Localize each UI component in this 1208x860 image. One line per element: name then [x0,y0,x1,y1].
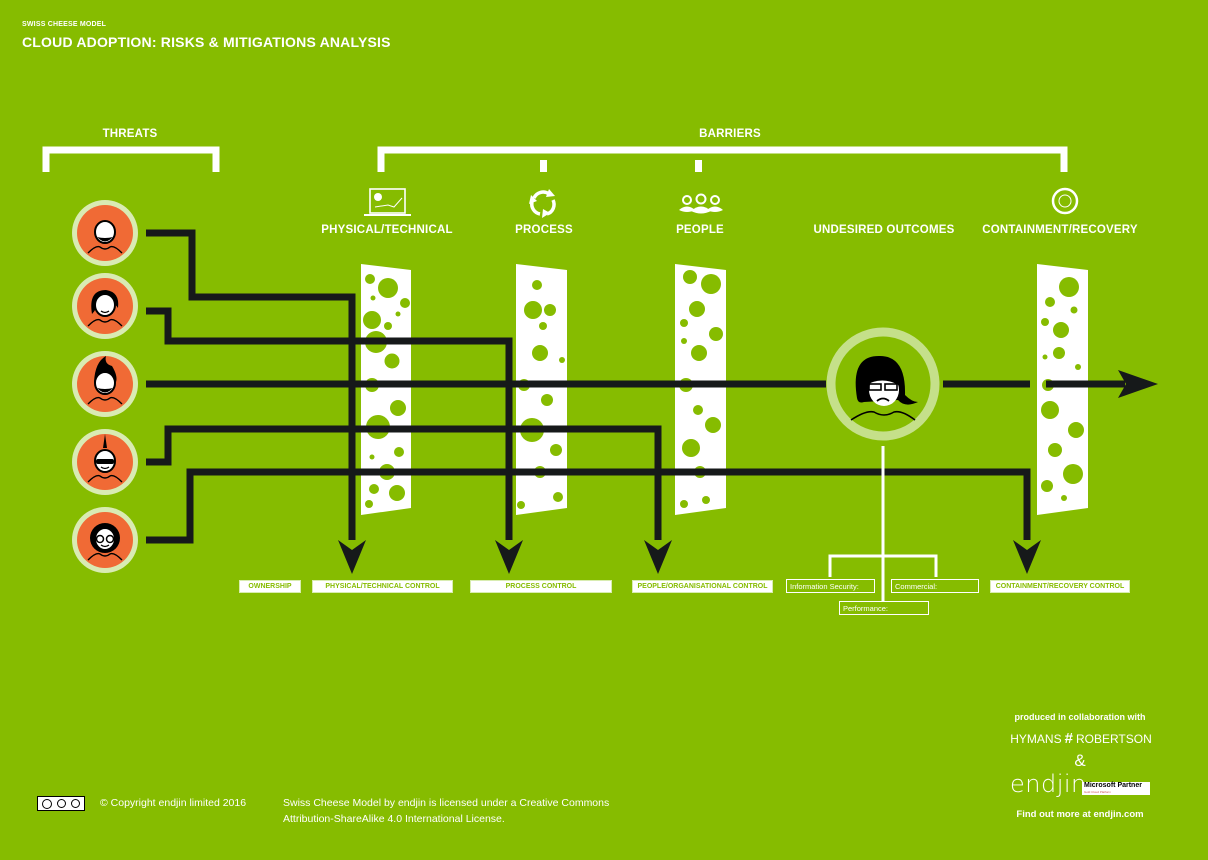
copyright-text: © Copyright endjin limited 2016 [100,797,247,809]
cheese-hole [1053,347,1065,359]
threat-afro-glasses-person[interactable] [72,507,138,573]
threat-spiky-haired-bearded-person[interactable] [72,351,138,417]
cheese-hole [705,417,721,433]
cheese-hole [683,270,697,284]
cheese-hole [532,280,542,290]
cheese-hole [1075,364,1081,370]
endjin-logo[interactable]: endjin [1010,770,1087,798]
cheese-hole [532,345,548,361]
threat-bald-bearded-person[interactable] [72,200,138,266]
cheese-hole [541,394,553,406]
cheese-hole [1053,322,1069,338]
license-text-line2[interactable]: Attribution-ShareAlike 4.0 International… [283,813,505,825]
threats-bracket [42,146,220,172]
control-physical-technical: PHYSICAL/TECHNICAL CONTROL [312,580,453,593]
cheese-hole [517,501,525,509]
cheese-hole [1045,297,1055,307]
cheese-hole [1070,306,1078,314]
arrow-down-icon [495,540,523,574]
bracket-tick-people [695,160,702,172]
cheese-hole [1041,401,1059,419]
cheese-hole [378,278,398,298]
threat-path-5 [146,468,1031,544]
outcome-commercial[interactable]: Commercial: [891,579,979,593]
cheese-hole [369,484,379,494]
license-text-line1: Swiss Cheese Model by endjin is licensed… [283,797,610,809]
arrow-down-icon [644,540,672,574]
cheese-hole [681,338,687,344]
cc-license-badge[interactable] [37,796,85,811]
outcome-information-security[interactable]: Information Security: [786,579,875,593]
find-out-more-link[interactable]: Find out more at endjin.com [1000,809,1160,820]
cheese-hole [390,400,406,416]
cheese-hole [369,454,375,460]
cheese-hole [1048,443,1062,457]
control-people-organisational: PEOPLE/ORGANISATIONAL CONTROL [632,580,773,593]
hymans-text: HYMANS [1010,731,1062,746]
cheese-hole [539,322,547,330]
collaboration-text: produced in collaboration with [1014,712,1146,722]
cheese-hole [1068,422,1084,438]
cycle-arrows-icon [529,189,556,218]
threat-mohawk-sunglasses-person[interactable] [72,429,138,495]
cheese-hole [400,298,410,308]
cheese-hole [559,357,565,363]
cheese-slice-containment [1037,264,1088,515]
hash-mark-icon: # [1064,730,1073,747]
robertson-text: ROBERTSON [1075,731,1152,746]
control-process: PROCESS CONTROL [470,580,612,593]
cheese-hole [550,444,562,456]
cheese-hole [370,295,376,301]
cheese-hole [389,485,405,501]
sa-icon [70,799,80,808]
hymans-robertson-logo[interactable]: HYMANS # ROBERTSON [1006,730,1156,747]
cheese-hole [702,496,710,504]
cheese-hole [365,274,375,284]
cheese-hole [682,439,700,457]
cheese-hole [1042,354,1048,360]
cheese-slice-process [516,264,567,515]
cheese-hole [1063,464,1083,484]
cheese-hole [709,327,723,341]
outcome-performance[interactable]: Performance: [839,601,929,615]
by-icon [56,799,66,808]
cheese-hole [693,405,703,415]
cc-icon [42,798,53,809]
target-ring-icon [1051,187,1079,215]
cheese-hole [689,301,705,317]
control-containment-recovery: CONTAINMENT/RECOVERY CONTROL [990,580,1130,593]
control-ownership: OWNERSHIP [239,580,301,593]
cheese-hole [395,311,401,317]
undesired-outcome-node [826,327,940,441]
cheese-hole [680,319,688,327]
cheese-slice-physical [361,264,411,515]
cheese-hole [680,500,688,508]
laptop-chart-icon [364,188,411,216]
cheese-hole [394,447,404,457]
bracket-tick-process [540,160,547,172]
cheese-hole [384,322,392,330]
microsoft-partner-badge: Microsoft Partner Gold Cloud Platform [1082,782,1150,795]
barriers-bracket [377,146,1068,172]
cheese-hole [1041,318,1049,326]
cheese-hole [363,311,381,329]
cheese-hole [691,345,707,361]
cheese-slice-people [675,264,726,515]
threat-long-haired-person[interactable] [72,273,138,339]
people-group-icon [679,193,723,214]
ampersand: & [1074,751,1086,770]
cheese-hole [365,500,373,508]
cheese-hole [553,492,563,502]
arrow-down-icon [1013,540,1041,574]
cheese-hole [1059,277,1079,297]
ms-partner-text: Microsoft Partner [1084,782,1142,789]
ms-partner-sub: Gold Cloud Platform [1084,790,1112,794]
arrow-down-icon [338,540,366,574]
cheese-hole [701,274,721,294]
cheese-hole [1041,480,1053,492]
cheese-hole [384,353,400,369]
cheese-hole [544,304,556,316]
cheese-hole [524,301,542,319]
cheese-hole [1061,495,1067,501]
